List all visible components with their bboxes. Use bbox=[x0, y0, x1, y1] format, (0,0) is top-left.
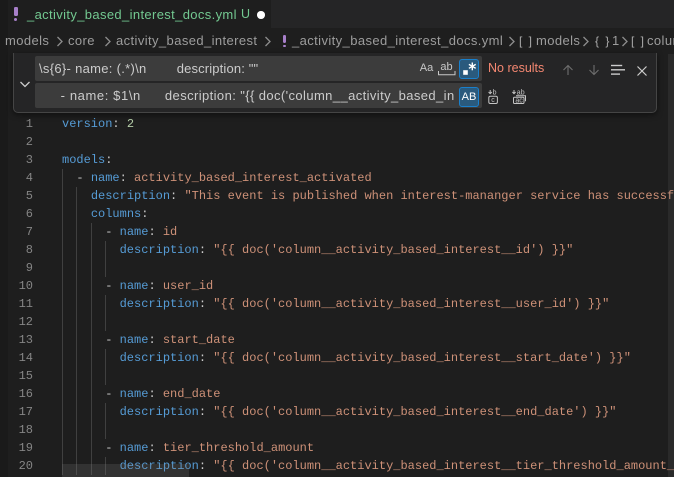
svg-text:c: c bbox=[491, 97, 495, 104]
svg-text:ac: ac bbox=[515, 98, 523, 105]
svg-text:b: b bbox=[493, 90, 497, 97]
